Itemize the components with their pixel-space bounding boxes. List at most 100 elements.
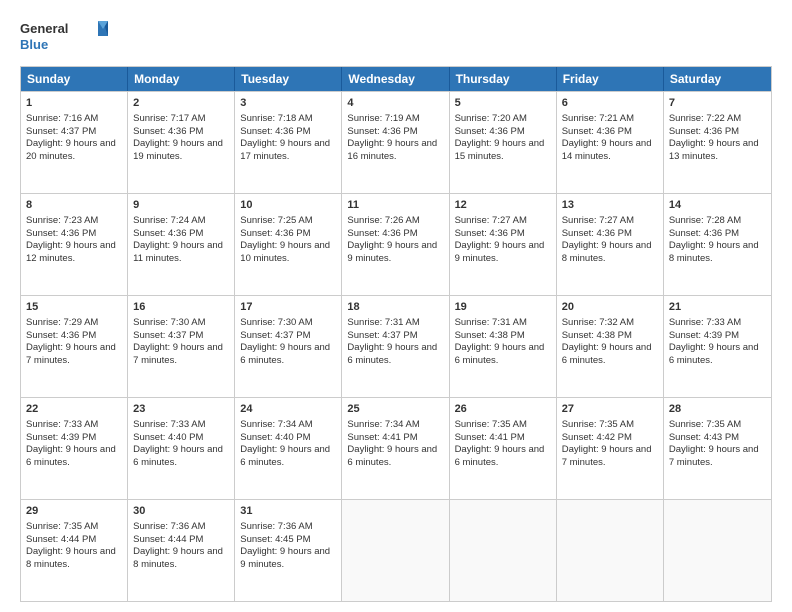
week-row-3: 15 Sunrise: 7:29 AM Sunset: 4:36 PM Dayl… (21, 295, 771, 397)
sunset-label: Sunset: 4:42 PM (562, 432, 632, 443)
daylight-label: Daylight: 9 hours and 6 minutes. (455, 342, 545, 366)
day-number: 9 (133, 198, 229, 213)
day-number: 3 (240, 96, 336, 111)
cal-cell: 6 Sunrise: 7:21 AM Sunset: 4:36 PM Dayli… (557, 92, 664, 193)
sunrise-label: Sunrise: 7:31 AM (347, 317, 419, 328)
sunset-label: Sunset: 4:44 PM (26, 534, 96, 545)
day-number: 20 (562, 300, 658, 315)
day-number: 25 (347, 402, 443, 417)
day-number: 23 (133, 402, 229, 417)
sunset-label: Sunset: 4:36 PM (455, 126, 525, 137)
daylight-label: Daylight: 9 hours and 9 minutes. (240, 546, 330, 570)
day-number: 11 (347, 198, 443, 213)
day-number: 13 (562, 198, 658, 213)
cal-cell: 18 Sunrise: 7:31 AM Sunset: 4:37 PM Dayl… (342, 296, 449, 397)
sunrise-label: Sunrise: 7:26 AM (347, 215, 419, 226)
day-number: 19 (455, 300, 551, 315)
sunrise-label: Sunrise: 7:27 AM (562, 215, 634, 226)
sunset-label: Sunset: 4:44 PM (133, 534, 203, 545)
day-number: 28 (669, 402, 766, 417)
sunrise-label: Sunrise: 7:17 AM (133, 113, 205, 124)
sunrise-label: Sunrise: 7:35 AM (562, 419, 634, 430)
day-number: 5 (455, 96, 551, 111)
day-number: 6 (562, 96, 658, 111)
week-row-1: 1 Sunrise: 7:16 AM Sunset: 4:37 PM Dayli… (21, 91, 771, 193)
sunrise-label: Sunrise: 7:28 AM (669, 215, 741, 226)
daylight-label: Daylight: 9 hours and 6 minutes. (240, 444, 330, 468)
cal-cell: 26 Sunrise: 7:35 AM Sunset: 4:41 PM Dayl… (450, 398, 557, 499)
cal-cell: 1 Sunrise: 7:16 AM Sunset: 4:37 PM Dayli… (21, 92, 128, 193)
daylight-label: Daylight: 9 hours and 16 minutes. (347, 138, 437, 162)
day-number: 29 (26, 504, 122, 519)
sunrise-label: Sunrise: 7:29 AM (26, 317, 98, 328)
daylight-label: Daylight: 9 hours and 14 minutes. (562, 138, 652, 162)
daylight-label: Daylight: 9 hours and 6 minutes. (562, 342, 652, 366)
sunrise-label: Sunrise: 7:35 AM (669, 419, 741, 430)
cal-cell: 15 Sunrise: 7:29 AM Sunset: 4:36 PM Dayl… (21, 296, 128, 397)
day-number: 21 (669, 300, 766, 315)
daylight-label: Daylight: 9 hours and 6 minutes. (669, 342, 759, 366)
week-row-2: 8 Sunrise: 7:23 AM Sunset: 4:36 PM Dayli… (21, 193, 771, 295)
cal-cell: 8 Sunrise: 7:23 AM Sunset: 4:36 PM Dayli… (21, 194, 128, 295)
sunrise-label: Sunrise: 7:24 AM (133, 215, 205, 226)
cal-cell: 12 Sunrise: 7:27 AM Sunset: 4:36 PM Dayl… (450, 194, 557, 295)
week-row-4: 22 Sunrise: 7:33 AM Sunset: 4:39 PM Dayl… (21, 397, 771, 499)
sunrise-label: Sunrise: 7:20 AM (455, 113, 527, 124)
cal-cell: 21 Sunrise: 7:33 AM Sunset: 4:39 PM Dayl… (664, 296, 771, 397)
day-number: 10 (240, 198, 336, 213)
sunset-label: Sunset: 4:36 PM (562, 126, 632, 137)
cal-cell (557, 500, 664, 601)
sunset-label: Sunset: 4:36 PM (669, 126, 739, 137)
sunrise-label: Sunrise: 7:23 AM (26, 215, 98, 226)
sunrise-label: Sunrise: 7:33 AM (669, 317, 741, 328)
cal-cell: 30 Sunrise: 7:36 AM Sunset: 4:44 PM Dayl… (128, 500, 235, 601)
day-header-tuesday: Tuesday (235, 67, 342, 91)
daylight-label: Daylight: 9 hours and 8 minutes. (562, 240, 652, 264)
sunset-label: Sunset: 4:41 PM (347, 432, 417, 443)
sunrise-label: Sunrise: 7:33 AM (133, 419, 205, 430)
sunrise-label: Sunrise: 7:34 AM (347, 419, 419, 430)
daylight-label: Daylight: 9 hours and 6 minutes. (455, 444, 545, 468)
daylight-label: Daylight: 9 hours and 17 minutes. (240, 138, 330, 162)
sunset-label: Sunset: 4:36 PM (455, 228, 525, 239)
cal-cell: 22 Sunrise: 7:33 AM Sunset: 4:39 PM Dayl… (21, 398, 128, 499)
sunset-label: Sunset: 4:43 PM (669, 432, 739, 443)
day-number: 18 (347, 300, 443, 315)
week-row-5: 29 Sunrise: 7:35 AM Sunset: 4:44 PM Dayl… (21, 499, 771, 601)
sunset-label: Sunset: 4:37 PM (133, 330, 203, 341)
sunset-label: Sunset: 4:38 PM (562, 330, 632, 341)
cal-cell: 11 Sunrise: 7:26 AM Sunset: 4:36 PM Dayl… (342, 194, 449, 295)
sunrise-label: Sunrise: 7:35 AM (26, 521, 98, 532)
svg-text:Blue: Blue (20, 37, 48, 52)
daylight-label: Daylight: 9 hours and 19 minutes. (133, 138, 223, 162)
cal-cell: 17 Sunrise: 7:30 AM Sunset: 4:37 PM Dayl… (235, 296, 342, 397)
cal-cell (450, 500, 557, 601)
day-number: 14 (669, 198, 766, 213)
sunset-label: Sunset: 4:36 PM (562, 228, 632, 239)
daylight-label: Daylight: 9 hours and 8 minutes. (669, 240, 759, 264)
cal-cell: 16 Sunrise: 7:30 AM Sunset: 4:37 PM Dayl… (128, 296, 235, 397)
day-number: 31 (240, 504, 336, 519)
cal-cell: 20 Sunrise: 7:32 AM Sunset: 4:38 PM Dayl… (557, 296, 664, 397)
day-number: 12 (455, 198, 551, 213)
logo: General Blue (20, 16, 110, 56)
sunrise-label: Sunrise: 7:19 AM (347, 113, 419, 124)
sunrise-label: Sunrise: 7:22 AM (669, 113, 741, 124)
cal-cell: 31 Sunrise: 7:36 AM Sunset: 4:45 PM Dayl… (235, 500, 342, 601)
sunset-label: Sunset: 4:40 PM (133, 432, 203, 443)
sunset-label: Sunset: 4:38 PM (455, 330, 525, 341)
daylight-label: Daylight: 9 hours and 6 minutes. (26, 444, 116, 468)
day-header-thursday: Thursday (450, 67, 557, 91)
day-number: 8 (26, 198, 122, 213)
calendar-body: 1 Sunrise: 7:16 AM Sunset: 4:37 PM Dayli… (21, 91, 771, 601)
day-number: 26 (455, 402, 551, 417)
day-number: 1 (26, 96, 122, 111)
day-number: 2 (133, 96, 229, 111)
sunrise-label: Sunrise: 7:32 AM (562, 317, 634, 328)
sunset-label: Sunset: 4:39 PM (26, 432, 96, 443)
daylight-label: Daylight: 9 hours and 9 minutes. (347, 240, 437, 264)
sunset-label: Sunset: 4:45 PM (240, 534, 310, 545)
sunrise-label: Sunrise: 7:30 AM (240, 317, 312, 328)
sunset-label: Sunset: 4:37 PM (347, 330, 417, 341)
sunset-label: Sunset: 4:36 PM (347, 126, 417, 137)
